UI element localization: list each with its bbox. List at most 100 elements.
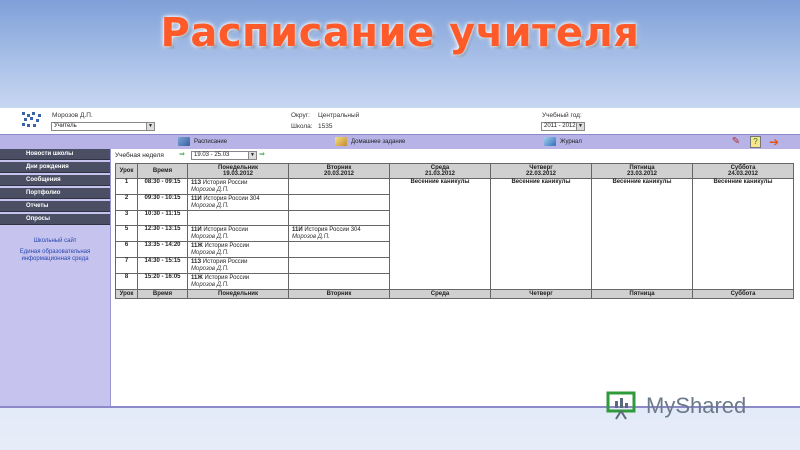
lesson-entry[interactable]: 11З История России Морозов Д.П. xyxy=(188,179,288,194)
footer-row: Урок Время Понедельник Вторник Среда Чет… xyxy=(115,289,794,299)
class-name: 11И xyxy=(191,196,202,202)
lesson-number: 7 xyxy=(115,257,138,274)
room-number: 304 xyxy=(350,227,361,233)
day-date: 22.03.2012 xyxy=(525,171,557,177)
col-header-tuesday: Вторник 20.03.2012 xyxy=(288,163,390,179)
lesson-number: 1 xyxy=(115,178,138,195)
col-header-lesson: Урок xyxy=(115,163,138,179)
lesson-cell-tue[interactable] xyxy=(288,210,390,226)
class-name: 11Ж xyxy=(191,243,203,249)
prev-week-arrow-icon[interactable]: ⇒ xyxy=(179,151,187,158)
year-label: Учебный год: xyxy=(542,112,582,119)
lesson-time: 14:30 - 15:15 xyxy=(137,257,188,274)
toolbar-icons: ✎ ? ➔ xyxy=(730,136,790,148)
sidebar-item-birthdays[interactable]: Дни рождения xyxy=(0,162,110,173)
lesson-cell-tue[interactable]: 11И История России 304 Морозов Д.П. xyxy=(288,225,390,242)
sidebar: Новости школы Дни рождения Сообщения Пор… xyxy=(0,149,111,408)
sidebar-item-news[interactable]: Новости школы xyxy=(0,149,110,160)
col-header-friday: Пятница 23.03.2012 xyxy=(591,163,693,179)
week-select[interactable]: 19.03 - 25.03 ▼ xyxy=(191,151,257,160)
lesson-cell-mon[interactable]: 11Ж История России Морозов Д.П. xyxy=(187,241,289,258)
lesson-cell-mon[interactable] xyxy=(187,210,289,226)
lesson-cell-tue[interactable] xyxy=(288,178,390,195)
week-value: 19.03 - 25.03 xyxy=(194,152,230,158)
role-select[interactable]: Учитель ▼ xyxy=(51,122,155,131)
chevron-down-icon[interactable]: ▼ xyxy=(248,152,256,159)
homework-icon xyxy=(335,137,347,146)
teacher-name: Морозов Д.П. xyxy=(191,266,229,272)
lesson-time: 10:30 - 11:15 xyxy=(137,210,188,226)
next-week-arrow-icon[interactable]: ⇒ xyxy=(259,151,267,158)
nav-homework[interactable]: Домашнее задание xyxy=(335,137,405,147)
col-header-saturday: Суббота 24.03.2012 xyxy=(692,163,794,179)
lesson-cell-tue[interactable] xyxy=(288,257,390,274)
col-header-time: Время xyxy=(137,163,188,179)
day-name: Вторник xyxy=(326,164,352,171)
nav-homework-label: Домашнее задание xyxy=(351,139,406,146)
sidebar-item-portfolio[interactable]: Портфолио xyxy=(0,188,110,199)
subject-name: История России xyxy=(203,196,249,202)
lesson-cell-tue[interactable] xyxy=(288,273,390,290)
subject-name: История России xyxy=(204,243,250,249)
subject-name: История России xyxy=(204,275,250,281)
year-select[interactable]: 2011 - 2012 ▼ xyxy=(541,122,585,131)
lesson-number: 8 xyxy=(115,273,138,290)
teacher-name: Морозов Д.П. xyxy=(191,282,229,288)
school-value: 1535 xyxy=(318,123,333,130)
day-name: Четверг xyxy=(529,164,553,171)
lesson-entry[interactable]: 11Ж История России Морозов Д.П. xyxy=(188,242,288,257)
col-footer-lesson: Урок xyxy=(115,289,138,299)
teacher-name: Морозов Д.П. xyxy=(191,203,229,209)
slide-title: Расписание учителя xyxy=(160,10,640,56)
district-value: Центральный xyxy=(318,112,360,119)
col-header-thursday: Четверг 22.03.2012 xyxy=(490,163,592,179)
col-footer-tuesday: Вторник xyxy=(288,289,390,299)
lesson-time: 09:30 - 10:15 xyxy=(137,194,188,211)
sidebar-item-polls[interactable]: Опросы xyxy=(0,214,110,225)
edu-environment-link[interactable]: Единая образовательная информационная ср… xyxy=(0,249,110,263)
lesson-cell-mon[interactable]: 11Ж История России Морозов Д.П. xyxy=(187,273,289,290)
schedule-panel: Учебная неделя ⇒ 19.03 - 25.03 ▼ ⇒ Урок … xyxy=(111,149,800,408)
schedule-icon xyxy=(178,137,190,146)
teacher-name: Морозов Д.П. xyxy=(292,234,330,240)
journal-icon xyxy=(544,137,556,146)
chevron-down-icon[interactable]: ▼ xyxy=(576,123,584,130)
holiday-cell: Весенние каникулы xyxy=(692,178,794,290)
lesson-entry[interactable]: 11И История России 304 Морозов Д.П. xyxy=(289,226,389,241)
lesson-cell-mon[interactable]: 11З История России Морозов Д.П. xyxy=(187,257,289,274)
school-site-link[interactable]: Школьный сайт xyxy=(0,238,110,245)
lesson-entry[interactable]: 11З История России Морозов Д.П. xyxy=(188,258,288,273)
lesson-number: 6 xyxy=(115,241,138,258)
lesson-entry[interactable]: 11И История России 304 Морозов Д.П. xyxy=(188,195,288,210)
sidebar-item-messages[interactable]: Сообщения xyxy=(0,175,110,186)
nav-journal[interactable]: Журнал xyxy=(544,137,582,147)
lesson-entry[interactable]: 11Ж История России Морозов Д.П. xyxy=(188,274,288,289)
col-header-wednesday: Среда 21.03.2012 xyxy=(389,163,491,179)
holiday-cell: Весенние каникулы xyxy=(389,178,491,290)
nav-schedule[interactable]: Расписание xyxy=(178,137,227,147)
col-footer-saturday: Суббота xyxy=(692,289,794,299)
year-value: 2011 - 2012 xyxy=(544,123,576,129)
class-name: 11И xyxy=(191,227,202,233)
chevron-down-icon[interactable]: ▼ xyxy=(146,123,154,130)
lesson-cell-mon[interactable]: 11И История России 304 Морозов Д.П. xyxy=(187,194,289,211)
lesson-cell-tue[interactable] xyxy=(288,194,390,211)
presentation-icon xyxy=(606,391,636,420)
help-icon[interactable]: ? xyxy=(750,136,761,148)
school-label: Школа: xyxy=(291,123,313,130)
subject-name: История России xyxy=(203,227,249,233)
lesson-entry[interactable]: 11И История России Морозов Д.П. xyxy=(188,226,288,241)
lesson-cell-mon[interactable]: 11З История России Морозов Д.П. xyxy=(187,178,289,195)
col-footer-wednesday: Среда xyxy=(389,289,491,299)
class-name: 11З xyxy=(191,180,202,186)
sidebar-item-reports[interactable]: Отчеты xyxy=(0,201,110,212)
day-date: 24.03.2012 xyxy=(727,171,759,177)
day-name: Суббота xyxy=(730,164,756,171)
day-name: Пятница xyxy=(629,164,655,171)
lesson-cell-mon[interactable]: 11И История России Морозов Д.П. xyxy=(187,225,289,242)
tools-icon[interactable]: ✎ xyxy=(730,136,742,148)
lesson-cell-tue[interactable] xyxy=(288,241,390,258)
exit-arrow-icon[interactable]: ➔ xyxy=(768,136,780,148)
logo-icon xyxy=(22,112,42,130)
user-name: Морозов Д.П. xyxy=(52,112,93,119)
